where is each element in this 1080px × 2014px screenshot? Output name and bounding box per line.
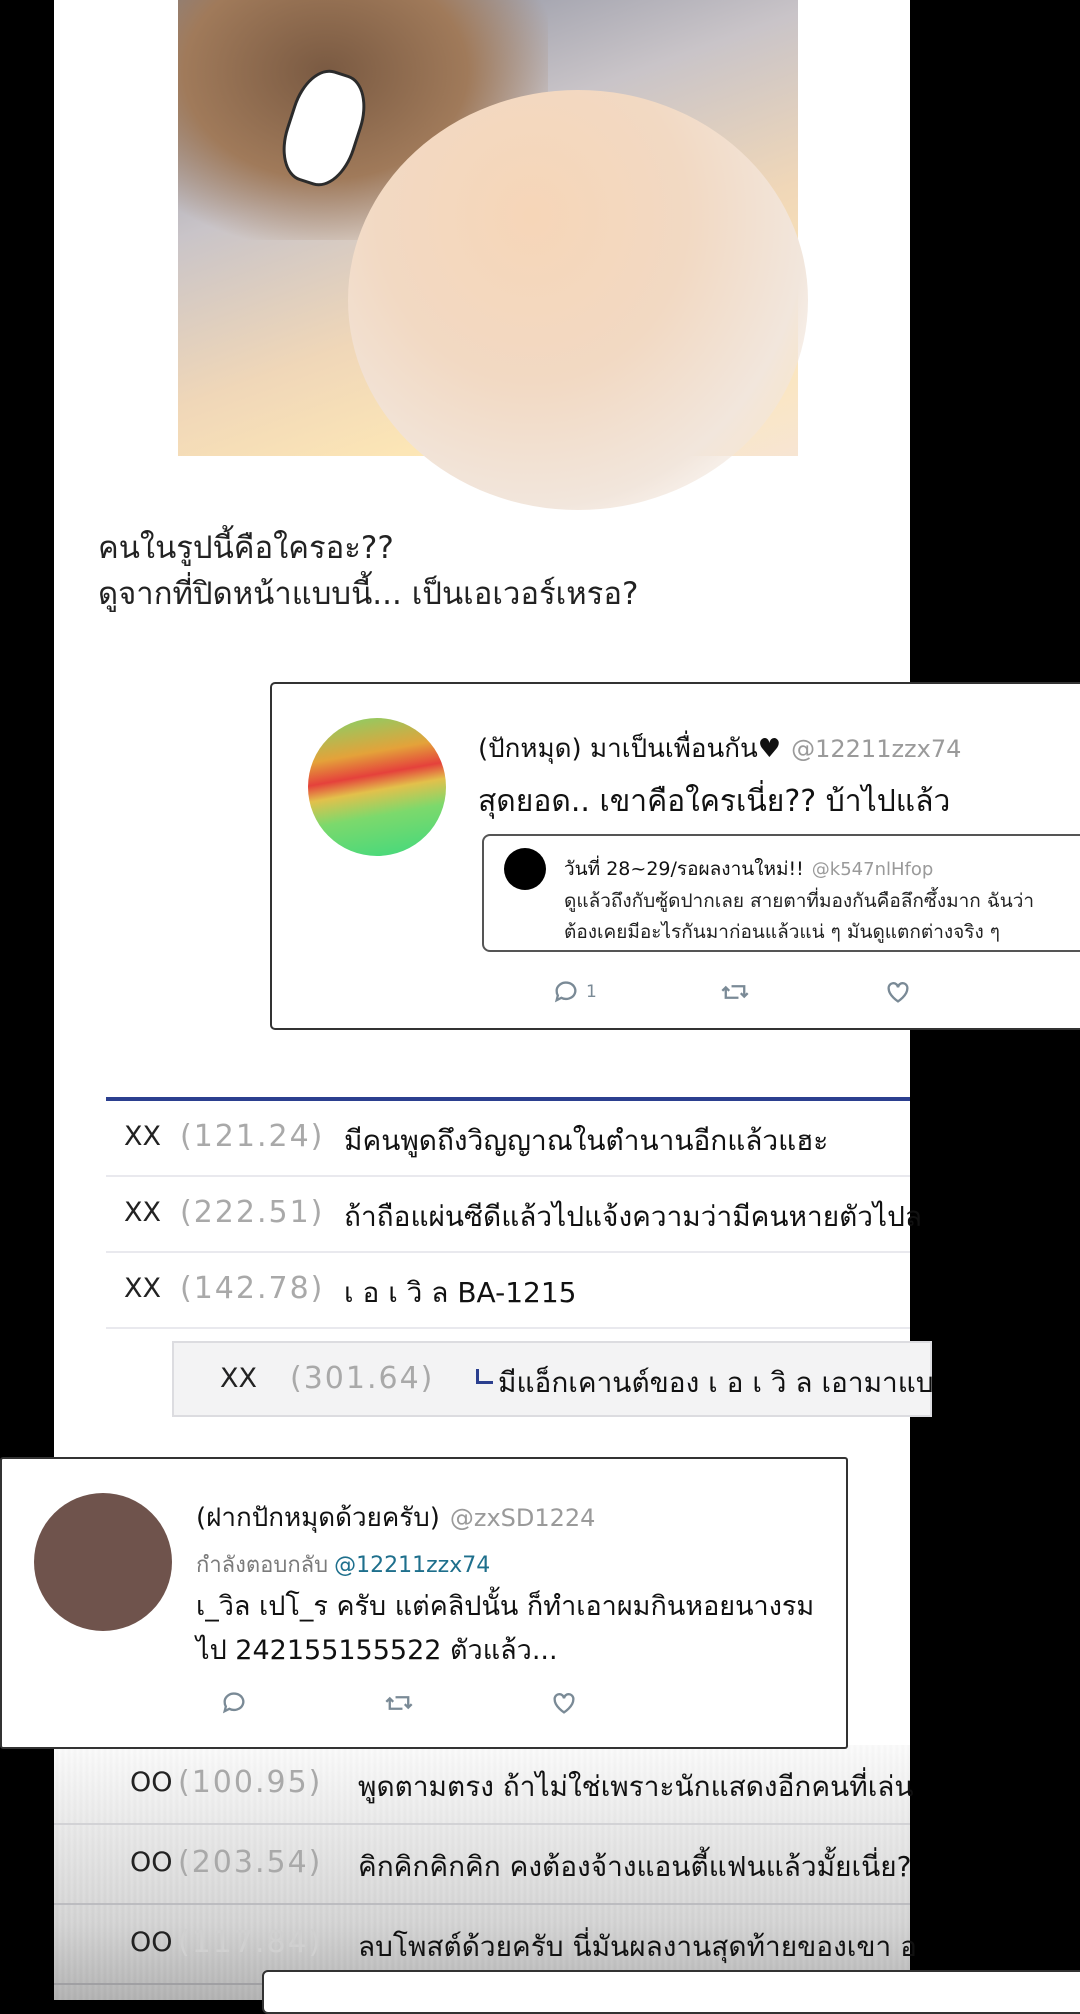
page-gutter: [910, 0, 1080, 682]
retweet-button[interactable]: [384, 1689, 414, 1717]
quote-line-1: ดูแล้วถึงกับซู้ดปากเลย สายตาที่มองกันคือ…: [564, 890, 1035, 912]
row-score: (117.84): [178, 1925, 323, 1960]
tweet-author: (ฝากปักหมุดด้วยครับ) @zxSD1224: [196, 1497, 595, 1538]
tweet-card-1[interactable]: (ปักหมุด) มาเป็นเพื่อนกัน♥ @12211zzx74 สุ…: [270, 682, 1080, 1030]
row-id: XX: [124, 1273, 161, 1304]
tweet-line-1: เ_วิล เปโ_ร ครับ แต่คลิปนั้น ก็ทำเอาผมกิ…: [196, 1591, 815, 1622]
author-handle[interactable]: @zxSD1224: [450, 1504, 596, 1532]
reply-count: 1: [586, 982, 597, 1002]
quoted-tweet[interactable]: วันที่ 28~29/รอผลงานใหม่!! @k547nlHfop ดู…: [482, 834, 1080, 952]
tweet-card-2[interactable]: (ฝากปักหมุดด้วยครับ) @zxSD1224 กำลังตอบกล…: [0, 1457, 848, 1749]
comment-thread: XX (121.24) มีคนพูดถึงวิญญาณในตำนานอีกแล…: [106, 1097, 934, 1417]
avatar[interactable]: [308, 718, 446, 856]
caption-line-1: คนในรูปนี้คือใครอะ??: [98, 530, 394, 566]
row-id: OO: [130, 1767, 173, 1798]
row-id: OO: [130, 1927, 173, 1958]
row-text: ถ้าถือแผ่นซีดีแล้วไปแจ้งความว่ามีคนหายตั…: [344, 1200, 923, 1233]
reply-id: XX: [220, 1363, 257, 1394]
row-id: OO: [130, 1847, 173, 1878]
row-score: (203.54): [178, 1845, 323, 1880]
row-text: คิกคิกคิกคิก คงต้องจ้างแอนตี้แฟนแล้วมั้ย…: [358, 1850, 912, 1883]
author-handle[interactable]: @12211zzx74: [791, 735, 961, 763]
reply-button[interactable]: [220, 1689, 248, 1717]
like-button[interactable]: [884, 978, 912, 1006]
quote-author-handle: @k547nlHfop: [811, 859, 934, 880]
lower-comment-thread: OO (100.95) พูดตามตรง ถ้าไม่ใช่เพราะนักแ…: [54, 1745, 917, 2000]
quote-avatar: [504, 848, 546, 890]
row-score: (142.78): [180, 1271, 325, 1306]
retweet-icon: [385, 1696, 413, 1710]
row-score: (121.24): [180, 1119, 325, 1154]
thread-row[interactable]: XX (222.51) ถ้าถือแผ่นซีดีแล้วไปแจ้งความ…: [106, 1177, 922, 1253]
replying-to-label: กำลังตอบกลับ: [196, 1553, 329, 1578]
row-text: ลบโพสต์ด้วยครับ นี่มันผลงานสุดท้ายของเขา…: [358, 1930, 917, 1963]
reply-arrow-icon: [476, 1369, 493, 1384]
reply-text: มีแอ็กเคานต์ของ เ อ เ วิ ล เอามาแบ: [498, 1366, 934, 1399]
row-id: XX: [124, 1121, 161, 1152]
author-name[interactable]: (ฝากปักหมุดด้วยครับ): [196, 1503, 440, 1533]
thread-row[interactable]: OO (100.95) พูดตามตรง ถ้าไม่ใช่เพราะนักแ…: [54, 1745, 914, 1825]
author-name[interactable]: (ปักหมุด) มาเป็นเพื่อนกัน♥: [478, 734, 781, 764]
thread-reply-row[interactable]: XX (301.64) มีแอ็กเคานต์ของ เ อ เ วิ ล เ…: [172, 1341, 934, 1417]
quote-text: ดูแล้วถึงกับซู้ดปากเลย สายตาที่มองกันคือ…: [564, 886, 1034, 948]
next-card-edge: [262, 1970, 1080, 2014]
reply-icon: [222, 1692, 245, 1714]
row-score: (222.51): [180, 1195, 325, 1230]
replying-to: กำลังตอบกลับ @12211zzx74: [196, 1547, 490, 1582]
row-text: เ อ เ วิ ล BA-1215: [344, 1276, 577, 1309]
reply-icon: [554, 981, 577, 1003]
row-id: XX: [124, 1197, 161, 1228]
thread-row[interactable]: XX (142.78) เ อ เ วิ ล BA-1215: [106, 1253, 910, 1329]
illustration-masked-man: [178, 0, 808, 510]
row-score: (100.95): [178, 1765, 323, 1800]
caption-line-2: ดูจากที่ปิดหน้าแบบนี้... เป็นเอเวอร์เหรอ…: [98, 576, 639, 612]
shoulder-shape: [348, 90, 808, 510]
avatar[interactable]: [34, 1493, 172, 1631]
tweet-author: (ปักหมุด) มาเป็นเพื่อนกัน♥ @12211zzx74: [478, 728, 961, 769]
reply-score: (301.64): [290, 1361, 435, 1396]
mention-link[interactable]: @12211zzx74: [334, 1553, 490, 1578]
row-text: มีคนพูดถึงวิญญาณในตำนานอีกแล้วแฮะ: [344, 1124, 829, 1157]
heart-icon: [553, 1693, 575, 1714]
tweet-text: เ_วิล เปโ_ร ครับ แต่คลิปนั้น ก็ทำเอาผมกิ…: [196, 1585, 814, 1673]
row-text: พูดตามตรง ถ้าไม่ใช่เพราะนักแสดงอีกคนที่เ…: [358, 1770, 914, 1803]
quote-author: วันที่ 28~29/รอผลงานใหม่!! @k547nlHfop: [564, 854, 933, 884]
thread-row[interactable]: OO (203.54) คิกคิกคิกคิก คงต้องจ้างแอนตี…: [54, 1825, 912, 1905]
reply-button[interactable]: 1: [552, 978, 597, 1006]
tweet-text: สุดยอด.. เขาคือใครเนี่ย?? บ้าไปแล้ว: [478, 784, 951, 819]
quote-author-name: วันที่ 28~29/รอผลงานใหม่!!: [564, 858, 804, 880]
tweet-line-2: ไป 242155155522 ตัวแล้ว...: [196, 1635, 558, 1666]
retweet-icon: [721, 985, 749, 999]
heart-icon: [887, 982, 909, 1003]
retweet-button[interactable]: [720, 978, 750, 1006]
thread-row[interactable]: XX (121.24) มีคนพูดถึงวิญญาณในตำนานอีกแล…: [106, 1101, 910, 1177]
like-button[interactable]: [550, 1689, 578, 1717]
quote-line-2: ต้องเคยมีอะไรกันมาก่อนแล้วแน่ ๆ มันดูแตก…: [564, 921, 1001, 943]
caption-text: คนในรูปนี้คือใครอะ?? ดูจากที่ปิดหน้าแบบน…: [98, 525, 638, 617]
